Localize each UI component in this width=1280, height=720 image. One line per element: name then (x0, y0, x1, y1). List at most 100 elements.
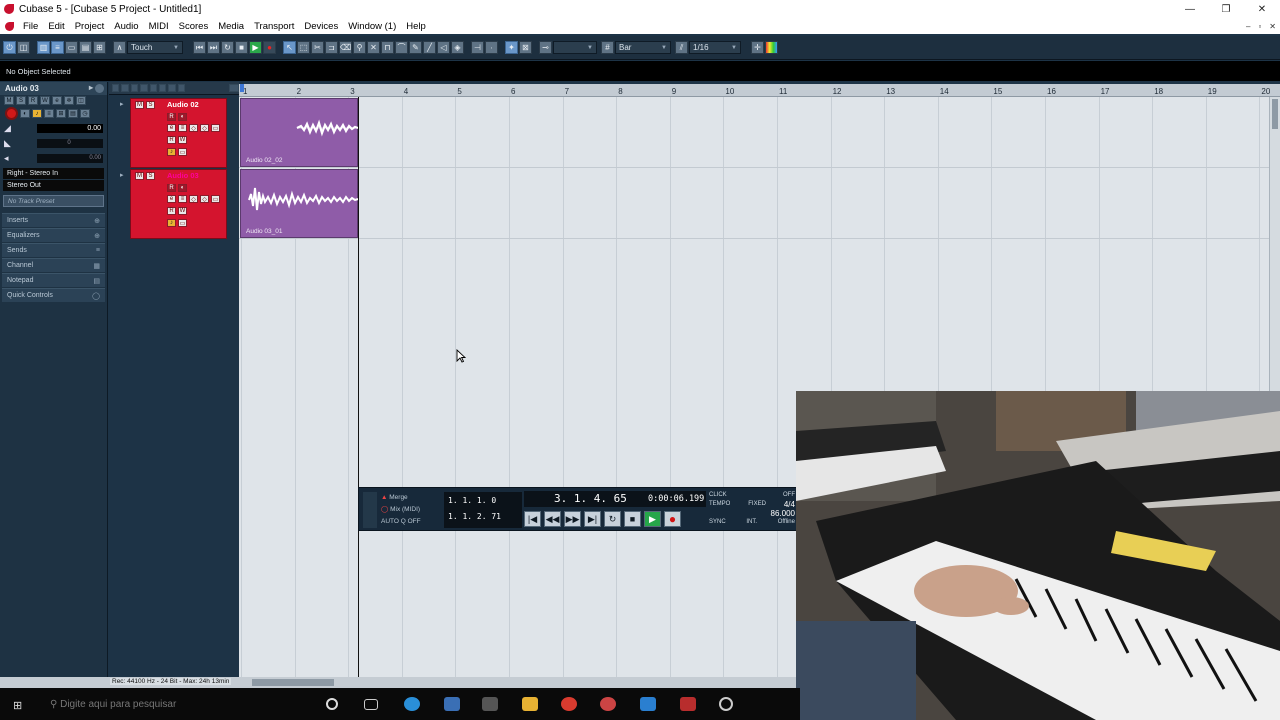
auto-quantize-button[interactable]: AUTO Q OFF (381, 516, 437, 528)
cycle-icon[interactable]: ↻ (221, 41, 234, 54)
edit-in-place-button[interactable]: ⊞ (56, 109, 66, 118)
system-app-icon[interactable] (719, 697, 733, 711)
track-2-timebase-button[interactable]: ♪ (167, 219, 176, 227)
show-inspector-icon[interactable]: ▥ (37, 41, 50, 54)
track-2-eq-button[interactable]: ◇ (189, 195, 198, 203)
snap-type-icon[interactable]: ⊸ (539, 41, 552, 54)
channel-settings-button[interactable]: e (52, 96, 62, 105)
color-tool-icon[interactable]: ◈ (451, 41, 464, 54)
grid-type-select[interactable]: Bar ▼ (615, 41, 671, 54)
vertical-scrollbar-thumb[interactable] (1272, 99, 1278, 129)
solo-button[interactable]: S (16, 96, 26, 105)
grid-icon[interactable]: # (601, 41, 614, 54)
rewind-button[interactable]: ◀◀ (544, 511, 561, 527)
menu-edit[interactable]: Edit (43, 21, 69, 32)
track-1-lock-button[interactable]: ▭ (178, 148, 187, 156)
track-2-read-button[interactable]: R (167, 184, 176, 192)
track-1-solo-button[interactable]: S (146, 101, 155, 109)
show-infoline-icon[interactable]: ≡ (51, 41, 64, 54)
close-button[interactable]: ✕ (1244, 0, 1280, 18)
mute-all-icon[interactable] (121, 84, 129, 92)
track-1-lanes-button[interactable]: ▭ (211, 124, 220, 132)
tempo-row[interactable]: 86.000 (709, 509, 795, 518)
autoscroll-icon[interactable]: ⊣ (471, 41, 484, 54)
track-2-name[interactable]: Audio 03 (167, 171, 199, 180)
tempo-mode-row[interactable]: TEMPO FIXED 4/4 (709, 500, 795, 509)
track-preset-field[interactable]: No Track Preset (3, 195, 104, 207)
color-palette-icon[interactable] (765, 41, 778, 54)
inspector-section-equalizers[interactable]: Equalizers ⊕ (2, 228, 105, 242)
menu-transport[interactable]: Transport (249, 21, 299, 32)
project-cursor[interactable] (358, 97, 359, 677)
mute-tool-icon[interactable]: ✕ (367, 41, 380, 54)
inspector-section-quick-controls[interactable]: Quick Controls ◯ (2, 288, 105, 302)
position-bars-field[interactable]: 3. 1. 4. 65 (554, 492, 627, 505)
track-row-audio-03[interactable]: M S Audio 03 R ◐ e ≡ ◇ ◇ ▭ R W ♪ ▭ (130, 169, 227, 239)
play-icon[interactable]: ▶ (249, 41, 262, 54)
track-1-monitor-button[interactable]: ◐ (178, 113, 187, 121)
menu-project[interactable]: Project (70, 21, 110, 32)
object-select-tool-icon[interactable]: ↖ (283, 41, 296, 54)
track-1-timebase-button[interactable]: ♪ (167, 148, 176, 156)
show-mixer-icon[interactable]: ⊞ (93, 41, 106, 54)
track-1-inserts-button[interactable]: ≡ (178, 124, 187, 132)
track-1-write-automation-button[interactable]: W (178, 136, 187, 144)
sync-row[interactable]: SYNC INT. Offline (709, 518, 795, 527)
track-settings-button[interactable]: ▤ (68, 109, 78, 118)
play-button[interactable]: ▶ (644, 511, 661, 527)
quantize-icon[interactable]: ⫽ (675, 41, 688, 54)
expand-arrow-icon[interactable]: ▸ (89, 83, 93, 92)
track-1-expand-icon[interactable]: ▸ (120, 100, 124, 108)
track-1-read-button[interactable]: R (167, 113, 176, 121)
edge-browser-icon[interactable] (404, 697, 420, 711)
track-visibility-icon[interactable] (177, 84, 186, 92)
input-routing-field[interactable]: Right - Stereo In (3, 168, 104, 179)
zoom-tool-icon[interactable]: ⚲ (353, 41, 366, 54)
suspend-autoscroll-icon[interactable]: ∙ (485, 41, 498, 54)
pan-field[interactable]: 0 (37, 139, 103, 148)
cortana-icon[interactable] (326, 698, 338, 710)
file-explorer-icon[interactable] (522, 697, 538, 711)
erase-tool-icon[interactable]: ⌫ (339, 41, 352, 54)
task-view-icon[interactable] (364, 699, 378, 710)
comp-tool-icon[interactable]: ⊓ (381, 41, 394, 54)
track-2-solo-button[interactable]: S (146, 172, 155, 180)
browser-app-icon[interactable] (640, 697, 656, 711)
record-icon[interactable]: ● (263, 41, 276, 54)
track-2-monitor-button[interactable]: ◐ (178, 184, 187, 192)
horizontal-scrollbar-thumb[interactable] (252, 679, 334, 686)
audio-event-audio-03-01[interactable]: Audio 03_01 (240, 169, 359, 238)
record-button[interactable]: ● (664, 511, 681, 527)
stop-icon[interactable]: ■ (235, 41, 248, 54)
cubase-menu-icon[interactable] (5, 21, 14, 31)
track-1-read-automation-button[interactable]: R (167, 136, 176, 144)
cycle-button[interactable]: ↻ (604, 511, 621, 527)
forward-button[interactable]: ▶▶ (564, 511, 581, 527)
track-2-edit-button[interactable]: e (167, 195, 176, 203)
track-2-lock-button[interactable]: ▭ (178, 219, 187, 227)
mix-mode-select[interactable]: ◯ Mix (MIDI) (381, 504, 437, 516)
track-2-write-automation-button[interactable]: W (178, 207, 187, 215)
menu-media[interactable]: Media (213, 21, 249, 32)
show-lanes-icon[interactable] (159, 84, 167, 92)
left-locator-icon[interactable] (240, 84, 244, 92)
stop-button[interactable]: ■ (624, 511, 641, 527)
timebase-button[interactable]: ◷ (80, 109, 90, 118)
menu-devices[interactable]: Devices (299, 21, 343, 32)
quantize-select[interactable]: 1/16 ▼ (689, 41, 741, 54)
record-format-status[interactable]: Rec: 44100 Hz - 24 Bit - Max: 24h 13min (110, 678, 232, 685)
bypass-inserts-button[interactable]: ◫ (76, 96, 86, 105)
write-automation-button[interactable]: W (40, 96, 50, 105)
timeline-ruler[interactable]: 1 2 3 4 5 6 7 8 9 10 11 12 13 14 15 16 17 18 19 20 (239, 84, 1280, 97)
output-routing-field[interactable]: Stereo Out (3, 180, 104, 191)
track-filter-icon[interactable] (168, 84, 176, 92)
doc-minimize-button[interactable]: – (1246, 22, 1250, 31)
audio-event-audio-02-02[interactable]: Audio 02_02 (240, 98, 359, 167)
track-1-edit-button[interactable]: e (167, 124, 176, 132)
menu-file[interactable]: File (18, 21, 43, 32)
go-to-end-button[interactable]: ▶| (584, 511, 601, 527)
media-app-icon[interactable] (600, 697, 616, 711)
split-tool-icon[interactable]: ✂ (311, 41, 324, 54)
draw-tool-icon[interactable]: ✎ (409, 41, 422, 54)
track-row-audio-02[interactable]: M S Audio 02 R ◐ e ≡ ◇ ◇ ▭ R W ♪ ▭ (130, 98, 227, 168)
